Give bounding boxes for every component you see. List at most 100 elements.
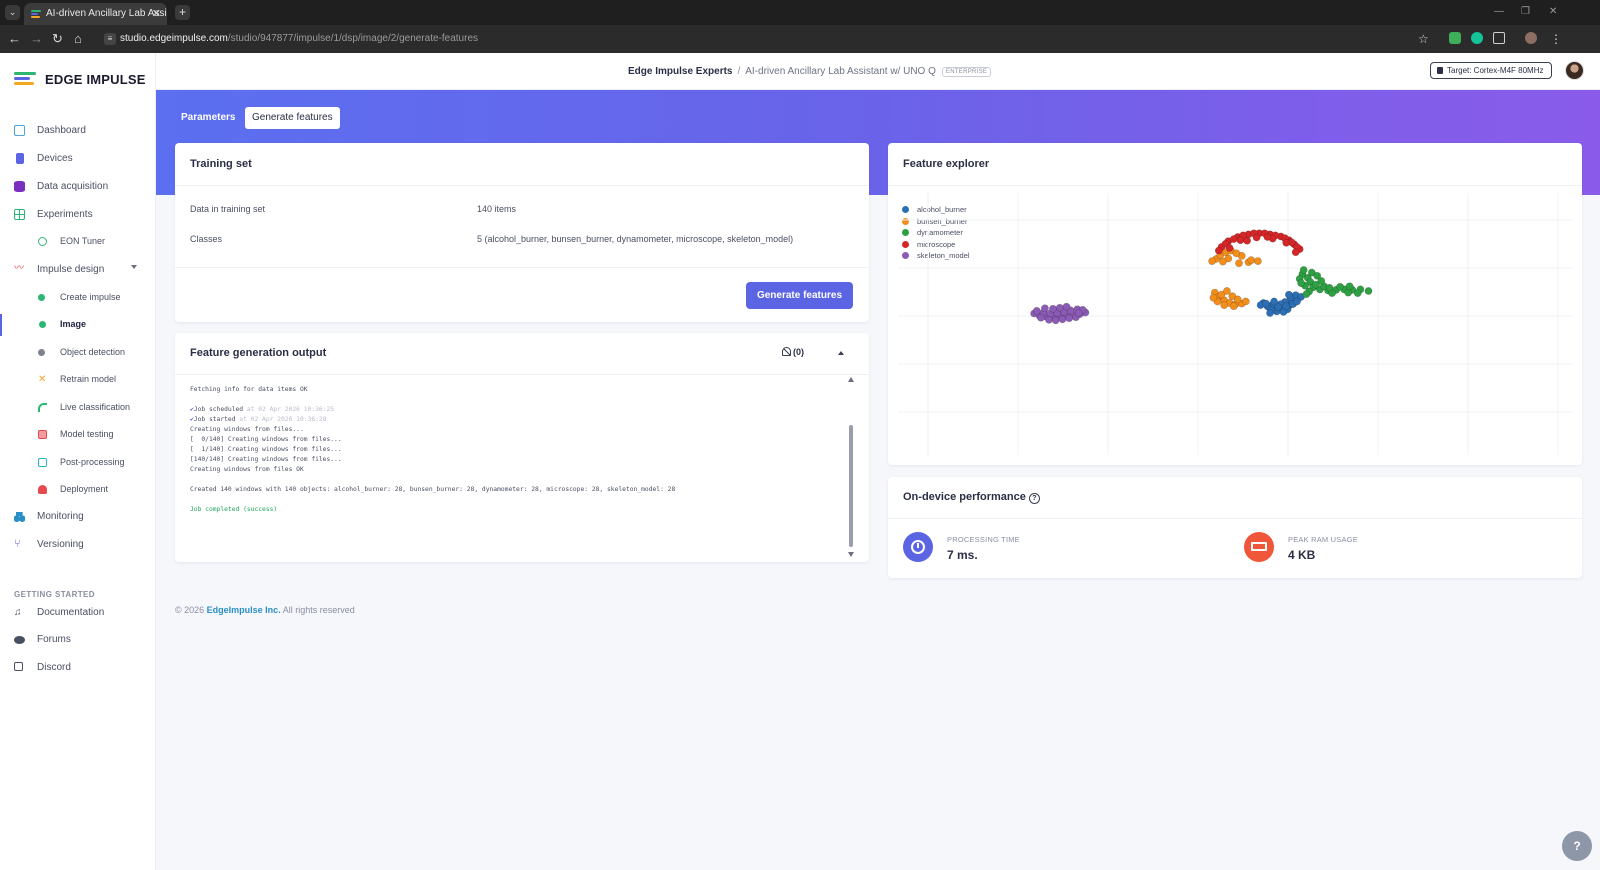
sidebar-item-impulse-design[interactable]: 〰 Impulse design <box>0 259 155 281</box>
bookmark-star-icon[interactable]: ☆ <box>1418 31 1429 47</box>
sidebar-item-devices[interactable]: Devices <box>0 148 155 170</box>
data-point[interactable] <box>1232 249 1241 258</box>
sidebar-item-live-classification[interactable]: Live classification <box>0 397 155 419</box>
restore-icon[interactable]: ❐ <box>1521 6 1530 17</box>
sidebar-item-image[interactable]: Image <box>0 314 155 336</box>
data-point[interactable] <box>1262 299 1270 308</box>
data-point[interactable] <box>1243 236 1251 245</box>
data-point[interactable] <box>1266 309 1274 317</box>
data-point[interactable] <box>1325 283 1334 292</box>
browser-menu-icon[interactable]: ⋮ <box>1550 31 1562 47</box>
site-info-icon[interactable]: ≡ <box>104 33 116 45</box>
breadcrumb-project[interactable]: AI-driven Ancillary Lab Assistant w/ UNO… <box>745 66 936 77</box>
data-point[interactable] <box>1284 290 1293 299</box>
sidebar-item-versioning[interactable]: ⑂ Versioning <box>0 534 155 556</box>
forward-icon[interactable]: → <box>30 31 43 47</box>
notifications-toggle[interactable]: (0) <box>782 347 804 357</box>
breadcrumb-organization[interactable]: Edge Impulse Experts <box>628 66 732 77</box>
grammarly-extension-icon[interactable] <box>1471 32 1483 44</box>
sidebar-item-documentation[interactable]: ♫ Documentation <box>0 602 155 624</box>
data-point[interactable] <box>1236 236 1245 245</box>
data-point[interactable] <box>1074 309 1083 317</box>
data-point[interactable] <box>1045 315 1053 324</box>
sidebar-item-create-impulse[interactable]: Create impulse <box>0 287 155 309</box>
data-point[interactable] <box>1282 238 1291 247</box>
data-point[interactable] <box>1293 297 1301 306</box>
data-point[interactable] <box>1222 287 1231 295</box>
data-point[interactable] <box>1058 315 1067 324</box>
data-point[interactable] <box>1040 304 1049 313</box>
data-point[interactable] <box>1036 313 1045 322</box>
scroll-thumb[interactable] <box>849 425 853 547</box>
log-scrollbar[interactable] <box>848 377 854 557</box>
data-point[interactable] <box>1317 277 1326 285</box>
data-point[interactable] <box>1263 233 1272 241</box>
new-tab-button[interactable]: + <box>175 5 190 20</box>
scroll-up-arrow-icon[interactable] <box>848 377 854 382</box>
data-point[interactable] <box>1208 257 1216 265</box>
sidebar-item-eon-tuner[interactable]: EON Tuner <box>0 231 155 253</box>
chevron-down-icon[interactable] <box>131 265 137 269</box>
sidebar-item-monitoring[interactable]: Monitoring <box>0 506 155 528</box>
data-point[interactable] <box>1229 302 1238 311</box>
data-point[interactable] <box>1051 316 1060 325</box>
generate-features-button[interactable]: Generate features <box>746 282 853 309</box>
sidebar-item-data-acquisition[interactable]: Data acquisition <box>0 176 155 198</box>
data-point[interactable] <box>1353 289 1362 297</box>
data-point[interactable] <box>1229 235 1238 243</box>
sidebar-item-deployment[interactable]: Deployment <box>0 479 155 501</box>
sidebar-item-model-testing[interactable]: Model testing <box>0 424 155 446</box>
sidebar-item-dashboard[interactable]: Dashboard <box>0 120 155 142</box>
tab-close-icon[interactable]: ✕ <box>152 3 161 25</box>
window-close-icon[interactable]: ✕ <box>1549 6 1557 17</box>
tab-search-button[interactable]: ⌄ <box>5 5 20 20</box>
scroll-down-arrow-icon[interactable] <box>848 552 854 557</box>
help-circle-icon[interactable]: ? <box>1028 493 1040 504</box>
data-point[interactable] <box>1032 307 1041 315</box>
data-point[interactable] <box>1218 257 1227 266</box>
data-point[interactable] <box>1055 303 1064 312</box>
target-device-button[interactable]: Target: Cortex-M4F 80MHz <box>1430 62 1552 79</box>
data-point[interactable] <box>1220 301 1229 309</box>
data-point[interactable] <box>1253 257 1262 265</box>
data-point[interactable] <box>1364 287 1373 295</box>
user-avatar[interactable] <box>1565 61 1584 80</box>
data-point[interactable] <box>1291 248 1300 257</box>
data-point[interactable] <box>1241 297 1250 306</box>
data-point[interactable] <box>1282 302 1291 311</box>
back-icon[interactable]: ← <box>8 31 21 47</box>
data-point[interactable] <box>1247 256 1256 264</box>
tab-parameters[interactable]: Parameters <box>174 107 242 129</box>
data-point[interactable] <box>1299 266 1308 274</box>
help-chat-button[interactable]: ? <box>1562 831 1592 861</box>
data-point[interactable] <box>1302 290 1311 298</box>
data-point[interactable] <box>1297 279 1305 287</box>
data-point[interactable] <box>1344 288 1353 297</box>
reload-icon[interactable]: ↻ <box>52 31 63 47</box>
data-point[interactable] <box>1252 233 1261 242</box>
data-point[interactable] <box>1233 295 1242 304</box>
data-point[interactable] <box>1345 282 1354 291</box>
data-point[interactable] <box>1214 246 1223 255</box>
data-point[interactable] <box>1235 259 1243 268</box>
company-link[interactable]: EdgeImpulse Inc. <box>207 605 281 615</box>
browser-tab[interactable]: AI-driven Ancillary Lab Assistan ✕ <box>24 3 167 25</box>
minimize-icon[interactable]: — <box>1494 6 1504 17</box>
sidebar-item-discord[interactable]: Discord <box>0 657 155 679</box>
sidebar-item-post-processing[interactable]: Post-processing <box>0 452 155 474</box>
feature-scatter-plot[interactable] <box>888 189 1582 459</box>
sidebar-item-forums[interactable]: Forums <box>0 629 155 651</box>
data-point[interactable] <box>1225 244 1234 252</box>
sidebar-item-object-detection[interactable]: Object detection <box>0 342 155 364</box>
data-point[interactable] <box>1049 304 1057 313</box>
home-icon[interactable]: ⌂ <box>74 31 82 47</box>
extensions-puzzle-icon[interactable] <box>1493 32 1505 44</box>
sidebar-item-experiments[interactable]: Experiments <box>0 204 155 226</box>
data-point[interactable] <box>1065 314 1074 323</box>
address-bar[interactable]: ≡ studio.edgeimpulse.com/studio/947877/i… <box>98 28 1428 50</box>
data-point[interactable] <box>1274 303 1282 312</box>
sidebar-item-retrain-model[interactable]: ✕ Retrain model <box>0 369 155 391</box>
profile-icon[interactable] <box>1525 32 1537 44</box>
shield-extension-icon[interactable] <box>1449 32 1461 44</box>
data-point[interactable] <box>1336 282 1344 291</box>
